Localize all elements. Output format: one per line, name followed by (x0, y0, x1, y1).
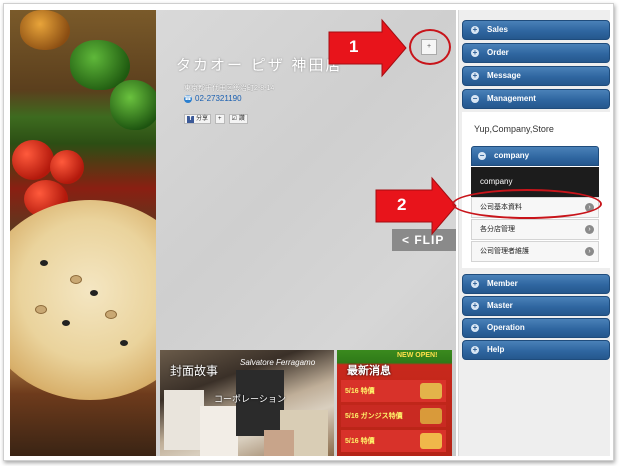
annotation-layer (328, 18, 457, 236)
step-2-label: 2 (397, 195, 407, 214)
highlight-circle-2 (452, 189, 602, 219)
window-frame: タカオー ピザ 神田店 東京都千代田区鍛冶町2-8-14 ☎ 02-273211… (3, 3, 614, 461)
highlight-circle-1 (409, 29, 451, 65)
red-arrow-1 (328, 18, 407, 78)
step-1-label: 1 (349, 37, 359, 56)
red-arrow-2 (375, 176, 457, 236)
